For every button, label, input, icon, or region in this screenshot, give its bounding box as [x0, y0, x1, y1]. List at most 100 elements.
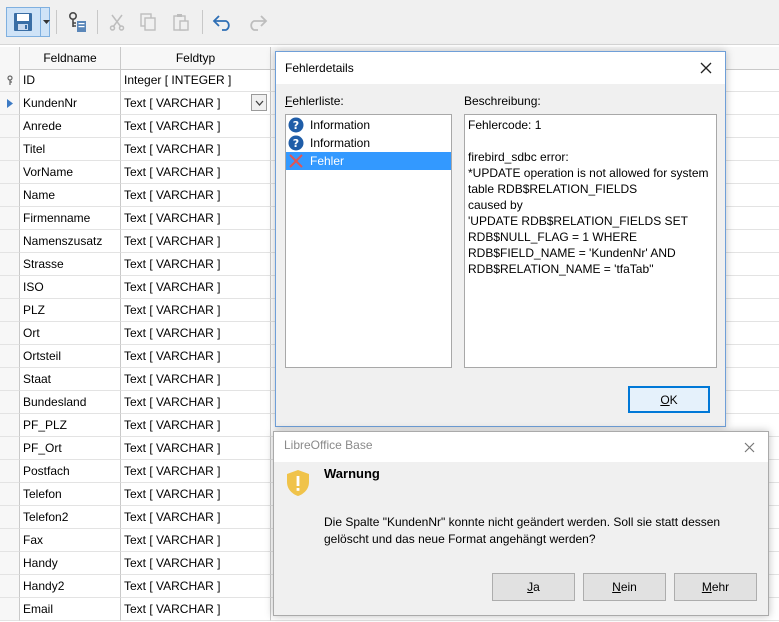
cell-fieldtype[interactable]: Text [ VARCHAR ]	[121, 161, 271, 184]
close-button[interactable]	[736, 436, 762, 458]
row-header[interactable]	[0, 552, 20, 575]
cell-fieldtype[interactable]: Integer [ INTEGER ]	[121, 69, 271, 92]
no-button[interactable]: Nein	[583, 573, 666, 601]
cell-fieldname[interactable]: PLZ	[20, 299, 121, 322]
cell-fieldtype[interactable]: Text [ VARCHAR ]	[121, 115, 271, 138]
row-header[interactable]	[0, 184, 20, 207]
cell-fieldname[interactable]: Titel	[20, 138, 121, 161]
cell-fieldname[interactable]: Fax	[20, 529, 121, 552]
cell-fieldtype[interactable]: Text [ VARCHAR ]	[121, 483, 271, 506]
description-text: Fehlercode: 1 firebird_sdbc error: *UPDATE…	[464, 114, 717, 368]
row-header[interactable]	[0, 391, 20, 414]
cut-icon[interactable]	[106, 8, 128, 36]
row-header[interactable]	[0, 414, 20, 437]
cell-fieldtype[interactable]: Text [ VARCHAR ]	[121, 529, 271, 552]
primary-key-icon[interactable]	[66, 8, 88, 36]
fieldtype-dropdown-button[interactable]	[251, 94, 267, 111]
cell-fieldname[interactable]: Name	[20, 184, 121, 207]
error-list[interactable]: ? Information? Information Fehler	[285, 114, 452, 368]
cell-fieldname[interactable]: Strasse	[20, 253, 121, 276]
undo-icon[interactable]	[210, 8, 236, 36]
row-header[interactable]	[0, 483, 20, 506]
cell-fieldname[interactable]: Handy2	[20, 575, 121, 598]
more-button[interactable]: Mehr	[674, 573, 757, 601]
cell-fieldtype[interactable]: Text [ VARCHAR ]	[121, 414, 271, 437]
cell-fieldname[interactable]: Staat	[20, 368, 121, 391]
fieldtype-value: Text [ VARCHAR ]	[124, 372, 221, 386]
cell-fieldname[interactable]: Bundesland	[20, 391, 121, 414]
ok-button[interactable]: OK	[628, 386, 710, 413]
cell-fieldname[interactable]: Postfach	[20, 460, 121, 483]
cell-fieldtype[interactable]: Text [ VARCHAR ]	[121, 253, 271, 276]
column-header-fieldtype[interactable]: Feldtyp	[121, 47, 271, 69]
cell-fieldname[interactable]: PF_Ort	[20, 437, 121, 460]
column-header-fieldname[interactable]: Feldname	[20, 47, 121, 69]
row-header[interactable]	[0, 115, 20, 138]
paste-icon[interactable]	[170, 8, 192, 36]
cell-fieldtype[interactable]: Text [ VARCHAR ]	[121, 184, 271, 207]
cell-fieldtype[interactable]: Text [ VARCHAR ]	[121, 92, 271, 115]
error-list-item[interactable]: ? Information	[286, 134, 451, 152]
cell-fieldname[interactable]: Email	[20, 598, 121, 621]
cell-fieldname[interactable]: Telefon2	[20, 506, 121, 529]
cell-fieldname[interactable]: Namenszusatz	[20, 230, 121, 253]
cell-fieldname[interactable]: KundenNr	[20, 92, 121, 115]
row-header[interactable]	[0, 322, 20, 345]
row-header[interactable]	[0, 253, 20, 276]
cell-fieldname[interactable]: Firmenname	[20, 207, 121, 230]
redo-icon[interactable]	[244, 8, 270, 36]
row-header[interactable]	[0, 161, 20, 184]
close-icon	[700, 62, 712, 74]
row-header[interactable]	[0, 345, 20, 368]
error-list-item[interactable]: ? Information	[286, 116, 451, 134]
row-header[interactable]	[0, 368, 20, 391]
row-header[interactable]	[0, 230, 20, 253]
cell-fieldtype[interactable]: Text [ VARCHAR ]	[121, 598, 271, 621]
row-header[interactable]	[0, 437, 20, 460]
save-dropdown-arrow[interactable]	[40, 8, 51, 36]
cell-fieldname[interactable]: ISO	[20, 276, 121, 299]
cell-fieldtype[interactable]: Text [ VARCHAR ]	[121, 322, 271, 345]
cell-fieldtype[interactable]: Text [ VARCHAR ]	[121, 460, 271, 483]
row-header[interactable]	[0, 276, 20, 299]
cell-fieldname[interactable]: Telefon	[20, 483, 121, 506]
error-list-item[interactable]: Fehler	[286, 152, 451, 170]
copy-icon[interactable]	[137, 8, 159, 36]
row-header[interactable]	[0, 460, 20, 483]
row-header[interactable]	[0, 529, 20, 552]
row-header[interactable]	[0, 69, 20, 92]
row-header[interactable]	[0, 575, 20, 598]
row-header[interactable]	[0, 138, 20, 161]
cell-fieldtype[interactable]: Text [ VARCHAR ]	[121, 207, 271, 230]
row-header[interactable]	[0, 506, 20, 529]
cell-fieldtype[interactable]: Text [ VARCHAR ]	[121, 391, 271, 414]
cell-fieldtype[interactable]: Text [ VARCHAR ]	[121, 345, 271, 368]
description-line: RDB$RELATION_NAME = 'tfaTab''	[468, 262, 654, 276]
cell-fieldtype[interactable]: Text [ VARCHAR ]	[121, 138, 271, 161]
cell-fieldname[interactable]: Handy	[20, 552, 121, 575]
cell-fieldtype[interactable]: Text [ VARCHAR ]	[121, 552, 271, 575]
cell-fieldtype[interactable]: Text [ VARCHAR ]	[121, 230, 271, 253]
cell-fieldtype[interactable]: Text [ VARCHAR ]	[121, 368, 271, 391]
row-header[interactable]	[0, 92, 20, 115]
cell-fieldname[interactable]: PF_PLZ	[20, 414, 121, 437]
row-header[interactable]	[0, 299, 20, 322]
row-header[interactable]	[0, 598, 20, 621]
yes-button[interactable]: Ja	[492, 573, 575, 601]
row-header[interactable]	[0, 207, 20, 230]
close-button[interactable]	[693, 56, 719, 80]
fieldtype-value: Text [ VARCHAR ]	[124, 349, 221, 363]
cell-fieldtype[interactable]: Text [ VARCHAR ]	[121, 575, 271, 598]
fieldtype-value: Text [ VARCHAR ]	[124, 510, 221, 524]
cell-fieldname[interactable]: Ort	[20, 322, 121, 345]
cell-fieldname[interactable]: ID	[20, 69, 121, 92]
cell-fieldname[interactable]: VorName	[20, 161, 121, 184]
cell-fieldtype[interactable]: Text [ VARCHAR ]	[121, 299, 271, 322]
cell-fieldtype[interactable]: Text [ VARCHAR ]	[121, 437, 271, 460]
cell-fieldtype[interactable]: Text [ VARCHAR ]	[121, 276, 271, 299]
save-button[interactable]	[6, 7, 50, 37]
toolbar	[0, 0, 779, 45]
cell-fieldname[interactable]: Anrede	[20, 115, 121, 138]
cell-fieldtype[interactable]: Text [ VARCHAR ]	[121, 506, 271, 529]
cell-fieldname[interactable]: Ortsteil	[20, 345, 121, 368]
